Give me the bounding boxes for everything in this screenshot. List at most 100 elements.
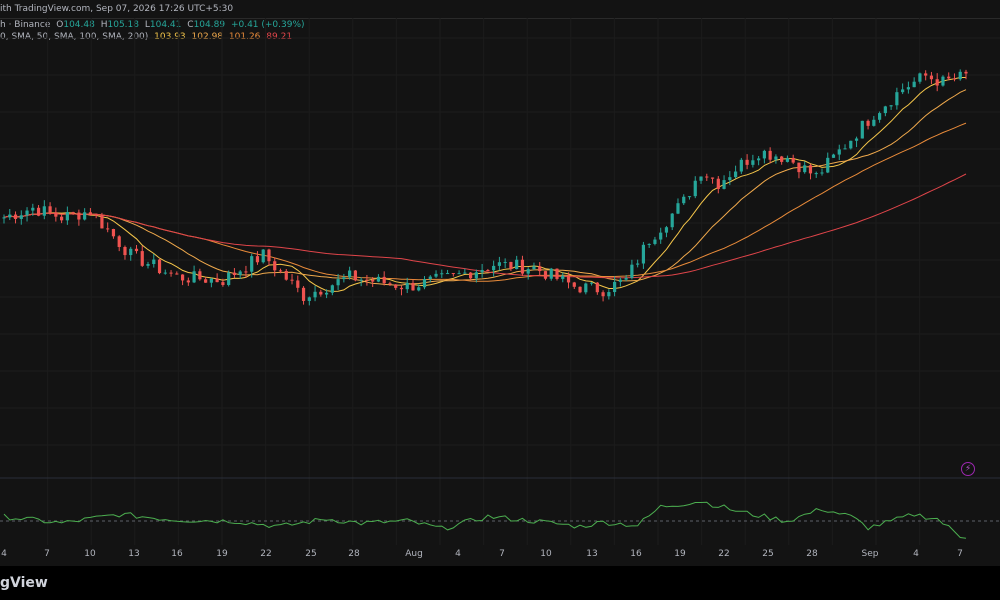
candle-body [676,203,680,214]
candle [860,120,864,139]
candle [733,165,738,179]
lightning-bolt-icon[interactable]: ⚡ [961,462,975,476]
candle-body [797,162,801,173]
candle [261,249,265,264]
candle-body [255,256,260,263]
candle-body [589,282,594,284]
candle-body [745,159,749,165]
candle-body [232,272,237,276]
candle-body [912,81,916,88]
candle [653,236,657,246]
candle-body [376,276,381,282]
candle [353,269,357,282]
candle [584,282,588,295]
candle [227,270,231,287]
candle [935,73,939,92]
time-tick: 7 [44,549,50,559]
candle-body [820,172,824,174]
candle-body [422,279,427,288]
candle-body [515,259,519,270]
candle-body [25,210,29,216]
candle-body [785,157,790,162]
candle [209,277,213,288]
candle [382,271,386,286]
candle-body [388,283,392,285]
candle [699,176,703,184]
candle [134,245,139,254]
candle [854,136,859,148]
candle [757,156,761,166]
candle [768,147,772,164]
candle [365,274,369,286]
candle-body [728,177,732,181]
candle-body [146,264,150,266]
candle [549,267,553,281]
candle-body [273,261,277,271]
time-tick: 10 [84,549,96,559]
time-tick: Aug [405,549,423,559]
time-tick: 22 [260,549,272,559]
candle-body [647,243,651,245]
candle [774,154,778,164]
candle [65,206,69,225]
time-tick: 7 [499,549,505,559]
sma-line-1 [3,77,966,292]
candle-body [71,212,75,214]
candle-body [440,273,444,275]
candle-body [330,285,334,293]
candle [399,285,404,296]
candle-body [630,264,634,278]
candle [837,144,841,161]
candle-body [566,275,571,283]
candle-body [129,248,133,256]
candle-body [941,76,945,86]
candle-body [54,212,58,217]
candle-body [520,259,525,274]
candle [538,262,542,276]
candle-body [526,269,530,274]
price-chart[interactable] [0,18,1000,545]
candle [215,273,219,283]
candle-body [952,78,957,80]
candle-body [175,273,179,275]
candle [687,196,692,200]
candle [83,208,87,221]
candle-body [2,217,6,219]
candle-body [843,148,847,150]
candle-body [157,259,162,274]
candle-body [710,177,715,179]
candle [866,119,870,130]
candle [13,211,18,224]
candle [296,275,300,293]
candle [745,154,749,170]
candle [440,269,444,279]
candle [319,289,323,297]
candle-body [883,106,887,114]
candle-body [595,282,599,293]
candle-body [106,228,110,230]
candle-body [837,149,841,155]
candle [877,111,882,123]
candle-body [221,282,225,285]
time-axis[interactable]: 4 7 10 13 16 19 22 25 28 Aug 4 7 10 13 16 19 22 25 28 Sep 4 7 [0,545,1000,565]
candle [100,212,104,229]
candle [693,176,697,199]
candle [468,272,473,281]
candle [8,208,12,221]
candle-body [555,268,559,279]
candle-body [428,276,432,280]
candle [912,77,916,88]
candle-body [348,270,352,278]
candle-body [929,75,934,80]
candle [618,277,622,287]
candle [630,259,634,280]
candle [883,105,887,117]
candle [129,246,133,261]
header-bar: ith TradingView.com, Sep 07, 2026 17:26 … [0,0,1000,19]
candle [664,225,669,238]
candle-body [399,287,404,290]
candle [601,290,605,302]
candle [434,270,438,278]
candle-body [757,158,761,161]
candle [348,266,352,280]
